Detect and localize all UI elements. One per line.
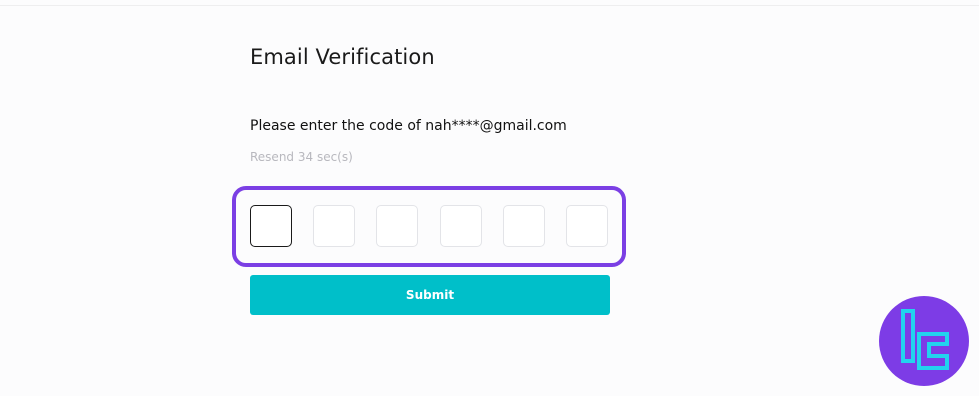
top-divider <box>0 5 979 6</box>
verification-instruction: Please enter the code of nah****@gmail.c… <box>250 118 567 134</box>
page-title: Email Verification <box>250 45 435 69</box>
code-digit-3-input[interactable] <box>376 205 418 247</box>
tradingfinder-logo-icon <box>879 296 969 386</box>
code-digit-1-input[interactable] <box>250 205 292 247</box>
resend-timer: Resend 34 sec(s) <box>250 150 353 164</box>
code-digit-5-input[interactable] <box>503 205 545 247</box>
submit-button[interactable]: Submit <box>250 275 610 315</box>
code-digit-4-input[interactable] <box>440 205 482 247</box>
logo-mark-icon <box>901 309 949 370</box>
code-digit-6-input[interactable] <box>566 205 608 247</box>
code-digit-2-input[interactable] <box>313 205 355 247</box>
